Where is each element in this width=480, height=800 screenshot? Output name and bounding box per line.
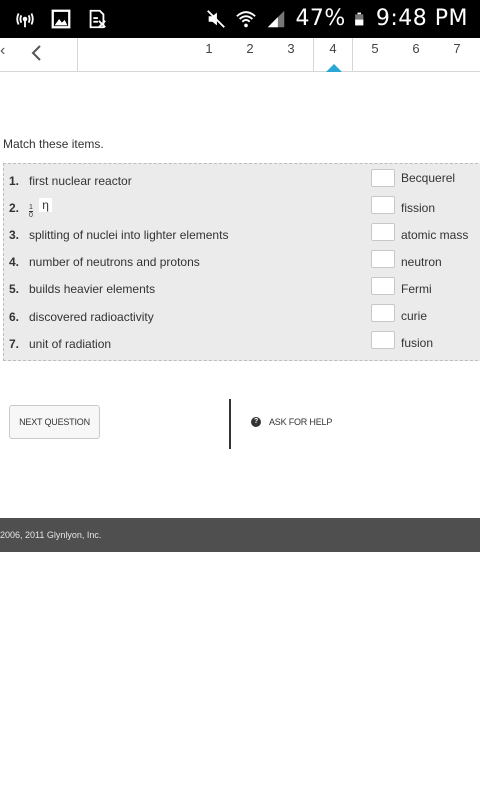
answer-label: curie bbox=[401, 309, 428, 323]
answer-row: Fermi bbox=[371, 276, 432, 296]
question-number-3[interactable]: 3 bbox=[271, 38, 311, 71]
answer-row: fusion bbox=[371, 330, 433, 350]
item-number: 7. bbox=[9, 337, 20, 351]
item-number: 1. bbox=[9, 174, 20, 188]
item-number: 4. bbox=[9, 255, 20, 269]
item-text: number of neutrons and protons bbox=[29, 255, 200, 269]
signal-icon bbox=[268, 10, 285, 27]
match-item: 7. unit of radiation bbox=[9, 335, 111, 353]
formula-symbol: η bbox=[39, 197, 52, 212]
question-number-1[interactable]: 1 bbox=[189, 38, 229, 71]
fraction: 1 0 bbox=[29, 204, 33, 219]
answer-input[interactable] bbox=[371, 196, 395, 214]
instruction-text: Match these items. bbox=[3, 137, 104, 151]
item-text: discovered radioactivity bbox=[29, 310, 154, 324]
match-item: 2. 1 0 η bbox=[9, 197, 52, 219]
answer-input[interactable] bbox=[371, 223, 395, 241]
question-numbers: 1 2 3 4 5 6 7 bbox=[80, 38, 480, 72]
answer-label: atomic mass bbox=[401, 228, 469, 242]
answer-input[interactable] bbox=[371, 331, 395, 349]
item-text: splitting of nuclei into lighter element… bbox=[29, 228, 229, 242]
item-number: 2. bbox=[9, 201, 20, 215]
back-edge-glyph: ‹ bbox=[0, 42, 6, 59]
broadcast-icon bbox=[16, 13, 34, 28]
back-area[interactable]: ‹ bbox=[0, 38, 78, 71]
ask-for-help-label: ASK FOR HELP bbox=[269, 417, 333, 427]
answer-input[interactable] bbox=[371, 250, 395, 268]
question-number-7[interactable]: 7 bbox=[437, 38, 477, 71]
matching-panel: 1. first nuclear reactor 2. 1 0 η 3. spl… bbox=[3, 163, 480, 361]
answer-input[interactable] bbox=[371, 304, 395, 322]
answer-row: curie bbox=[371, 303, 427, 323]
question-number-2[interactable]: 2 bbox=[230, 38, 270, 71]
wifi-icon bbox=[236, 10, 257, 27]
clock: 9:48 PM bbox=[375, 6, 468, 31]
item-number: 5. bbox=[9, 282, 20, 296]
next-question-button[interactable]: NEXT QUESTION bbox=[9, 405, 100, 439]
fraction-denominator: 0 bbox=[29, 211, 33, 219]
item-text: builds heavier elements bbox=[29, 282, 156, 296]
match-item: 3. splitting of nuclei into lighter elem… bbox=[9, 226, 228, 244]
help-icon: ? bbox=[251, 417, 261, 427]
answer-row: atomic mass bbox=[371, 222, 468, 242]
match-item: 4. number of neutrons and protons bbox=[9, 253, 200, 271]
question-number-4[interactable]: 4 bbox=[313, 38, 353, 72]
item-number: 3. bbox=[9, 228, 20, 242]
answer-input[interactable] bbox=[371, 277, 395, 295]
answer-label: fission bbox=[401, 201, 436, 215]
question-number-6[interactable]: 6 bbox=[396, 38, 436, 71]
answer-label: Becquerel bbox=[401, 171, 456, 185]
answer-label: fusion bbox=[401, 336, 434, 350]
answer-row: fission bbox=[371, 195, 435, 215]
mute-icon bbox=[207, 9, 226, 28]
question-number-5[interactable]: 5 bbox=[355, 38, 395, 71]
status-bar: 47% 9:48 PM bbox=[0, 0, 480, 38]
gallery-icon bbox=[51, 9, 71, 29]
item-text: first nuclear reactor bbox=[29, 174, 132, 188]
answer-input[interactable] bbox=[371, 169, 395, 187]
divider bbox=[229, 399, 231, 449]
match-item: 6. discovered radioactivity bbox=[9, 308, 154, 326]
fraction-numerator: 1 bbox=[29, 203, 33, 212]
battery-icon bbox=[355, 12, 364, 25]
ask-for-help-button[interactable]: ? ASK FOR HELP bbox=[251, 417, 332, 427]
match-item: 5. builds heavier elements bbox=[9, 280, 155, 298]
match-item: 1. first nuclear reactor bbox=[9, 172, 132, 190]
answer-row: Becquerel bbox=[371, 168, 455, 188]
battery-percent: 47% bbox=[295, 6, 346, 31]
answer-label: Fermi bbox=[401, 282, 432, 296]
item-text: unit of radiation bbox=[29, 337, 112, 351]
answer-row: neutron bbox=[371, 249, 442, 269]
footer-copyright: 2006, 2011 Glynlyon, Inc. bbox=[0, 518, 480, 552]
answer-label: neutron bbox=[401, 255, 442, 269]
item-number: 6. bbox=[9, 310, 20, 324]
sim-off-icon bbox=[89, 9, 106, 29]
chevron-left-icon[interactable] bbox=[30, 42, 44, 64]
item-formula: 1 0 η bbox=[29, 197, 52, 219]
question-navigation: ‹ 1 2 3 4 5 6 7 bbox=[0, 38, 480, 72]
